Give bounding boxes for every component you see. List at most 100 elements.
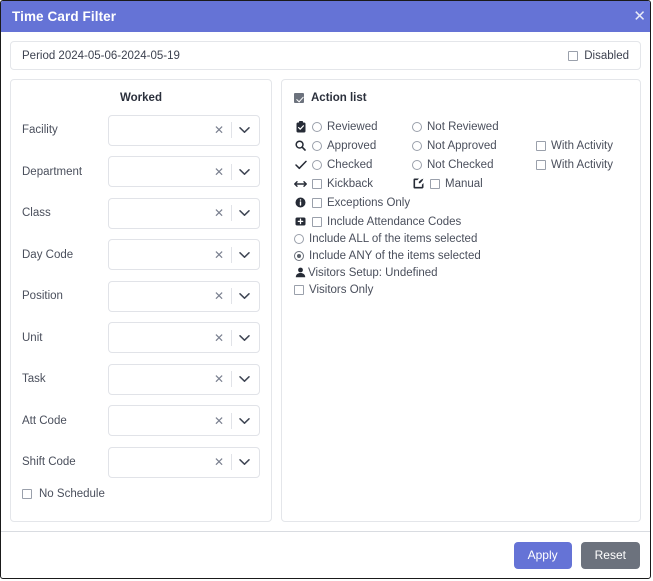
worked-panel-title: Worked	[120, 92, 162, 104]
apply-button[interactable]: Apply	[513, 541, 572, 569]
clear-icon[interactable]: ✕	[207, 124, 231, 136]
option-visitors-only[interactable]: Visitors Only	[294, 281, 629, 298]
field-label-task: Task	[22, 373, 46, 385]
kickback-label: Kickback	[327, 177, 374, 190]
time-card-filter-dialog: Time Card Filter ✕ Period 2024-05-06-202…	[0, 0, 651, 579]
field-department: Department ✕	[22, 156, 260, 188]
field-label-shift-code: Shift Code	[22, 456, 76, 468]
select-department[interactable]: ✕	[108, 156, 260, 187]
option-kickback[interactable]: Kickback	[294, 175, 412, 192]
clear-icon[interactable]: ✕	[207, 373, 231, 385]
action-list-checkbox	[294, 93, 304, 103]
field-label-att-code: Att Code	[22, 414, 67, 427]
visitors-setup-row[interactable]: Visitors Setup: Undefined	[294, 264, 629, 281]
close-icon[interactable]: ✕	[627, 7, 646, 26]
chevron-down-icon[interactable]	[232, 417, 257, 425]
manual-checkbox	[430, 178, 440, 189]
period-row: Period 2024-05-06-2024-05-19 Disabled	[10, 41, 641, 70]
chevron-down-icon[interactable]	[232, 375, 257, 383]
reviewed-radio	[312, 121, 322, 132]
include-all-label: Include ALL of the items selected	[309, 232, 478, 245]
exceptions-only-checkbox	[312, 197, 322, 208]
dialog-body: Worked Facility ✕ Department ✕ Class ✕ D…	[1, 70, 650, 531]
chevron-down-icon[interactable]	[232, 292, 257, 300]
add-square-icon	[294, 216, 307, 227]
select-shift-code[interactable]: ✕	[108, 446, 260, 478]
approved-label: Approved	[327, 139, 377, 152]
option-include-all[interactable]: Include ALL of the items selected	[294, 230, 629, 247]
checked-label: Checked	[327, 158, 373, 171]
reset-button[interactable]: Reset	[580, 541, 640, 569]
clear-icon[interactable]: ✕	[207, 415, 231, 427]
option-with-activity-approved[interactable]: With Activity	[536, 137, 629, 154]
option-exceptions-only[interactable]: Exceptions Only	[294, 194, 412, 211]
select-att-code[interactable]: ✕	[108, 405, 260, 436]
with-activity-checked-checkbox	[536, 159, 546, 170]
chevron-down-icon[interactable]	[232, 334, 257, 342]
action-list-grid: Reviewed Not Reviewed Approved Not Appro…	[294, 118, 629, 230]
not-checked-radio	[412, 159, 422, 170]
field-label-day-code: Day Code	[22, 248, 74, 261]
clear-icon[interactable]: ✕	[207, 166, 231, 178]
select-unit[interactable]: ✕	[108, 322, 260, 353]
field-label-position: Position	[22, 290, 63, 302]
option-reviewed[interactable]: Reviewed	[294, 118, 412, 135]
row1-col3-empty	[536, 118, 629, 135]
checked-radio	[312, 159, 322, 170]
visitors-setup-label: Visitors Setup: Undefined	[308, 266, 438, 279]
action-list-header[interactable]: Action list	[294, 92, 629, 104]
chevron-down-icon[interactable]	[232, 168, 257, 176]
with-activity-checked-label: With Activity	[551, 158, 613, 171]
option-approved[interactable]: Approved	[294, 137, 412, 154]
not-approved-label: Not Approved	[427, 139, 497, 152]
visitors-only-label: Visitors Only	[309, 283, 374, 296]
clear-icon[interactable]: ✕	[207, 456, 231, 468]
kickback-checkbox	[312, 178, 322, 189]
worked-panel: Worked Facility ✕ Department ✕ Class ✕ D…	[10, 79, 272, 522]
with-activity-approved-checkbox	[536, 140, 546, 151]
reviewed-label: Reviewed	[327, 120, 378, 133]
option-manual[interactable]: Manual	[412, 175, 536, 192]
include-any-label: Include ANY of the items selected	[309, 249, 481, 262]
include-attendance-codes-checkbox	[312, 216, 322, 227]
chevron-down-icon[interactable]	[232, 126, 257, 134]
no-schedule-checkbox[interactable]: No Schedule	[22, 488, 260, 500]
field-day-code: Day Code ✕	[22, 239, 260, 271]
not-checked-label: Not Checked	[427, 158, 494, 171]
row6-col2-empty	[412, 213, 536, 230]
field-position: Position ✕	[22, 280, 260, 312]
select-position[interactable]: ✕	[108, 280, 260, 312]
field-facility: Facility ✕	[22, 114, 260, 146]
field-class: Class ✕	[22, 197, 260, 229]
clipboard-check-icon	[294, 120, 307, 133]
disabled-checkbox[interactable]: Disabled	[568, 50, 629, 62]
not-reviewed-label: Not Reviewed	[427, 120, 499, 133]
option-include-attendance-codes[interactable]: Include Attendance Codes	[294, 213, 461, 230]
select-class[interactable]: ✕	[108, 197, 260, 229]
manual-label: Manual	[445, 177, 483, 190]
field-att-code: Att Code ✕	[22, 405, 260, 437]
chevron-down-icon[interactable]	[232, 458, 257, 466]
clear-icon[interactable]: ✕	[207, 249, 231, 261]
chevron-down-icon[interactable]	[232, 251, 257, 259]
option-not-checked[interactable]: Not Checked	[412, 156, 536, 173]
option-with-activity-checked[interactable]: With Activity	[536, 156, 629, 173]
clear-icon[interactable]: ✕	[207, 332, 231, 344]
with-activity-approved-label: With Activity	[551, 139, 613, 152]
option-include-any[interactable]: Include ANY of the items selected	[294, 247, 629, 264]
field-label-unit: Unit	[22, 331, 43, 344]
select-facility[interactable]: ✕	[108, 114, 260, 146]
option-checked[interactable]: Checked	[294, 156, 412, 173]
select-day-code[interactable]: ✕	[108, 239, 260, 270]
person-icon	[294, 267, 307, 278]
option-not-reviewed[interactable]: Not Reviewed	[412, 118, 536, 135]
field-label-facility: Facility	[22, 124, 58, 136]
disabled-label: Disabled	[584, 49, 629, 62]
clear-icon[interactable]: ✕	[207, 207, 231, 219]
row5-col2-empty	[412, 194, 536, 211]
field-task: Task ✕	[22, 363, 260, 395]
select-task[interactable]: ✕	[108, 363, 260, 395]
chevron-down-icon[interactable]	[232, 209, 257, 217]
clear-icon[interactable]: ✕	[207, 290, 231, 302]
option-not-approved[interactable]: Not Approved	[412, 137, 536, 154]
